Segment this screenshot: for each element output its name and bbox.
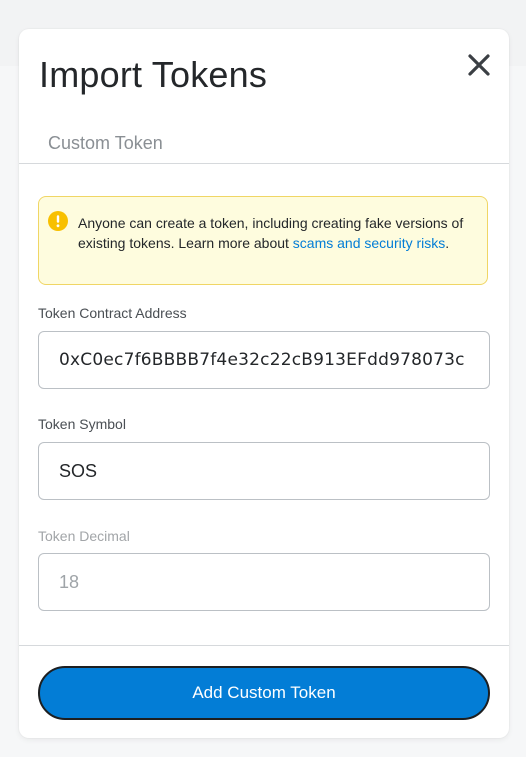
footer-divider xyxy=(19,645,509,646)
import-tokens-modal: Import Tokens Custom Token Anyone can cr… xyxy=(19,29,509,738)
contract-address-label: Token Contract Address xyxy=(38,305,187,321)
close-icon xyxy=(468,54,490,76)
warning-trailing: . xyxy=(445,235,450,251)
scams-link[interactable]: scams and security risks xyxy=(293,235,445,251)
warning-message: Anyone can create a token, including cre… xyxy=(78,213,478,253)
contract-address-input[interactable] xyxy=(38,331,490,389)
info-icon xyxy=(48,211,68,231)
warning-banner: Anyone can create a token, including cre… xyxy=(38,196,488,285)
token-symbol-input[interactable] xyxy=(38,442,490,500)
close-button[interactable] xyxy=(463,49,495,81)
tab-custom-token[interactable]: Custom Token xyxy=(48,133,163,154)
token-decimal-label: Token Decimal xyxy=(38,528,130,544)
tab-divider xyxy=(19,163,509,164)
add-custom-token-button[interactable]: Add Custom Token xyxy=(38,666,490,720)
token-symbol-label: Token Symbol xyxy=(38,416,126,432)
modal-title: Import Tokens xyxy=(39,54,268,95)
token-decimal-input xyxy=(38,553,490,611)
